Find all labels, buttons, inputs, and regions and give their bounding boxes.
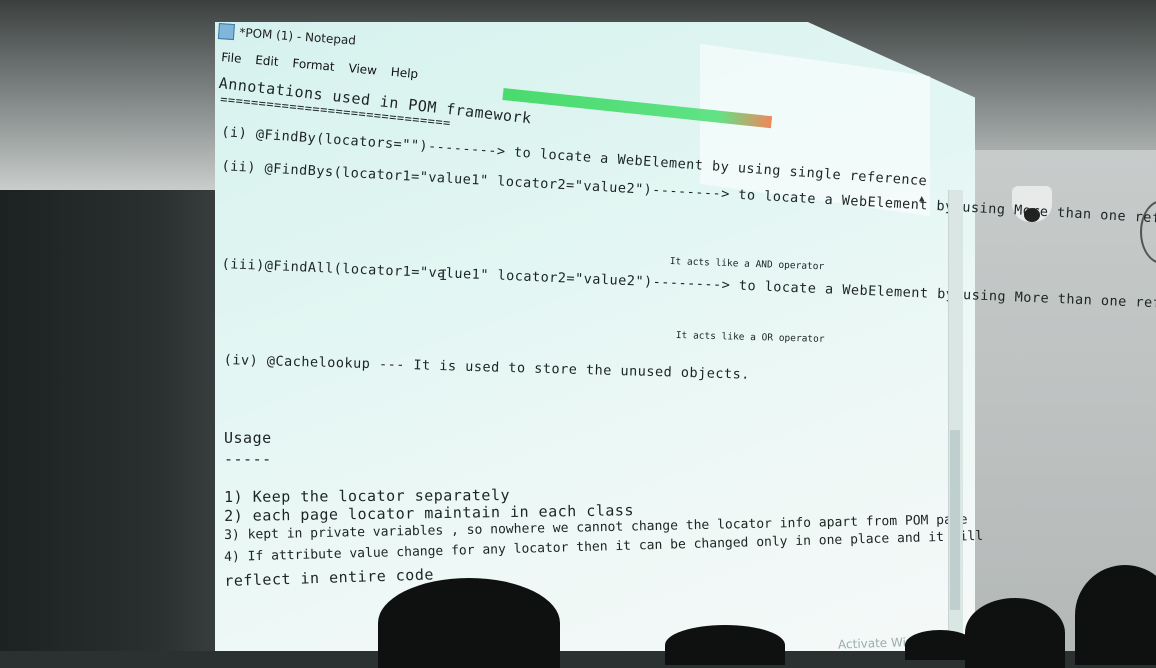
text-cursor-icon: I xyxy=(439,268,448,284)
audience-head xyxy=(378,578,560,668)
usage-underline: ----- xyxy=(224,450,272,468)
audience-head xyxy=(665,625,785,665)
editor-text-area[interactable]: Annotations used in POM framework ======… xyxy=(0,0,1156,651)
usage-heading: Usage xyxy=(224,429,272,447)
annotation-findbys-note: It acts like a AND operator xyxy=(669,256,825,273)
audience-head xyxy=(965,598,1065,668)
annotation-findall-note: It acts like a OR operator xyxy=(675,330,825,345)
annotation-cachelookup: (iv) @Cachelookup --- It is used to stor… xyxy=(223,352,751,383)
scroll-up-arrow-icon[interactable]: ▲ xyxy=(919,194,924,204)
scrollbar-thumb[interactable] xyxy=(950,430,960,610)
usage-item-4-cont: reflect in entire code xyxy=(224,565,435,590)
